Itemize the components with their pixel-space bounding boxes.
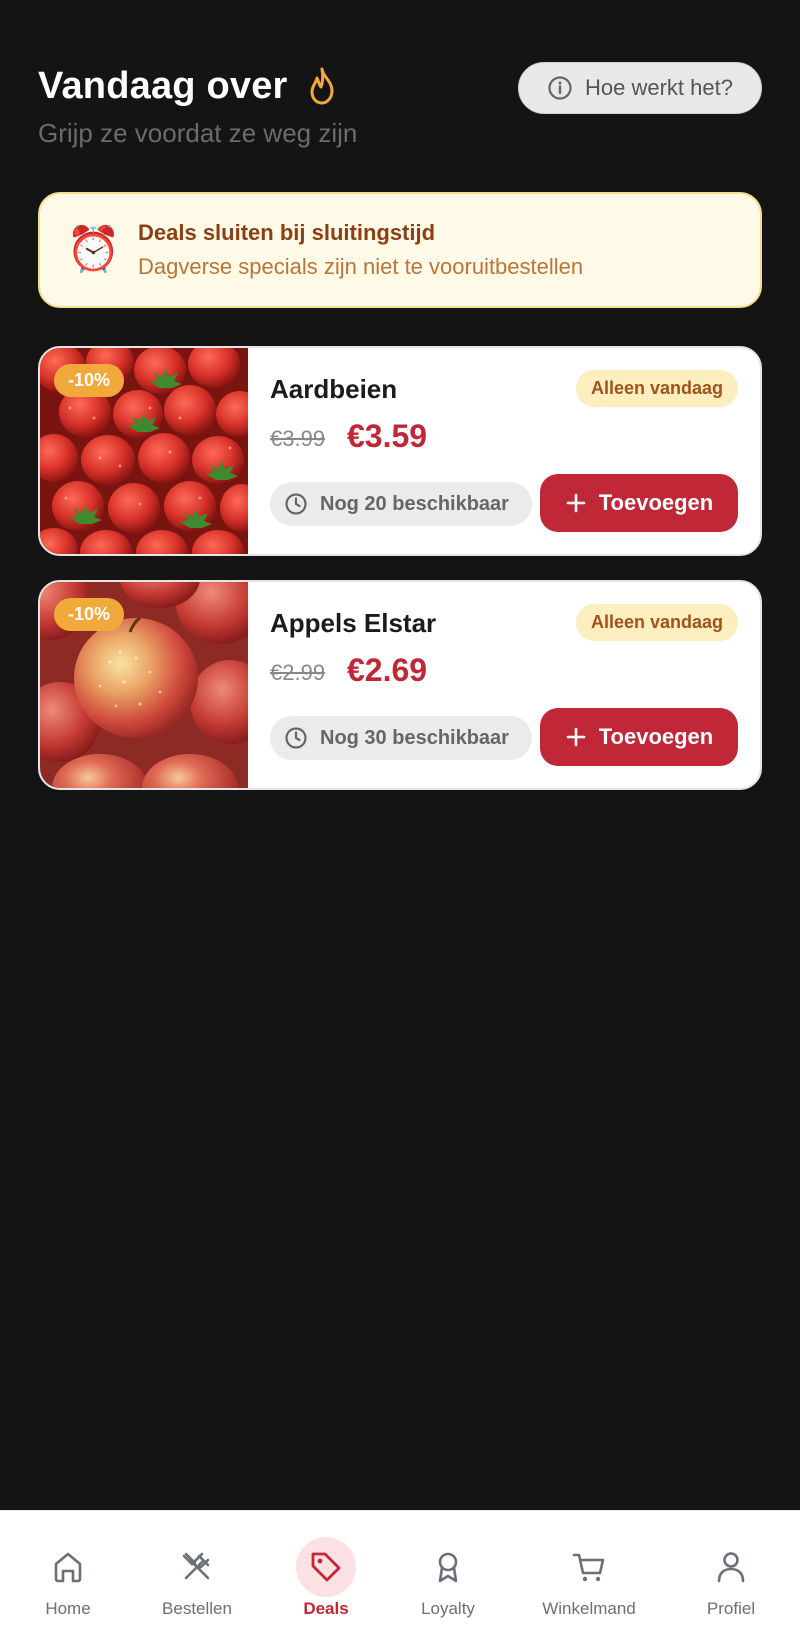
nav-label: Loyalty — [421, 1599, 475, 1618]
stock-indicator: Nog 20 beschikbaar — [270, 482, 532, 526]
nav-label: Deals — [303, 1599, 349, 1618]
page-title: Vandaag over — [38, 65, 288, 107]
stock-label: Nog 20 beschikbaar — [320, 492, 509, 515]
new-price: €3.59 — [347, 418, 428, 454]
nav-item-bestellen[interactable]: Bestellen — [132, 1537, 262, 1619]
award-icon — [418, 1537, 478, 1597]
cart-icon — [559, 1537, 619, 1597]
stock-label: Nog 30 beschikbaar — [320, 726, 509, 749]
closing-time-notice: ⏰ Deals sluiten bij sluitingstijd Dagver… — [38, 192, 762, 308]
how-it-works-button[interactable]: Hoe werkt het? — [518, 62, 762, 114]
old-price: €2.99 — [270, 660, 326, 685]
page-header: Vandaag over Grijp ze voordat ze weg zij… — [38, 62, 762, 162]
how-it-works-label: Hoe werkt het? — [585, 75, 733, 100]
today-only-badge: Alleen vandaag — [575, 370, 738, 407]
info-icon — [548, 76, 572, 100]
nav-item-home[interactable]: Home — [3, 1537, 133, 1619]
nav-label: Profiel — [706, 1599, 756, 1618]
bottom-navigation: Home Bestellen Deals Loyalty Winkelmand … — [0, 1510, 800, 1640]
notice-text: Dagverse specials zijn niet te vooruitbe… — [138, 254, 584, 279]
deals-screen: Vandaag over Grijp ze voordat ze weg zij… — [0, 0, 800, 1640]
clock-icon — [285, 493, 307, 515]
flame-icon — [306, 66, 338, 106]
nav-item-winkelmand[interactable]: Winkelmand — [524, 1537, 654, 1619]
notice-title: Deals sluiten bij sluitingstijd — [138, 220, 436, 245]
nav-label: Bestellen — [162, 1599, 232, 1618]
product-image-apples: -10% — [40, 582, 248, 788]
notice-content: Deals sluiten bij sluitingstijd Dagverse… — [138, 220, 583, 280]
add-to-cart-label: Toevoegen — [598, 490, 714, 515]
tag-icon — [296, 1537, 356, 1597]
today-only-badge: Alleen vandaag — [575, 604, 738, 641]
nav-label: Home — [45, 1599, 91, 1618]
old-price: €3.99 — [270, 426, 326, 451]
nav-item-profiel[interactable]: Profiel — [666, 1537, 796, 1619]
new-price: €2.69 — [347, 652, 428, 688]
home-icon — [38, 1537, 98, 1597]
product-image-strawberries: -10% — [40, 348, 248, 554]
plus-icon — [566, 493, 586, 513]
stock-indicator: Nog 30 beschikbaar — [270, 716, 532, 760]
product-name: Aardbeien — [270, 374, 398, 404]
utensils-icon — [167, 1537, 227, 1597]
nav-item-loyalty[interactable]: Loyalty — [383, 1537, 513, 1619]
deal-card: -10% Aardbeien Alleen vandaag €3.99 €3.5… — [38, 346, 762, 556]
discount-badge: -10% — [54, 364, 125, 397]
nav-item-deals[interactable]: Deals — [261, 1537, 391, 1619]
add-to-cart-button[interactable]: Toevoegen — [540, 474, 738, 532]
add-to-cart-button[interactable]: Toevoegen — [540, 708, 738, 766]
product-name: Appels Elstar — [270, 608, 437, 638]
clock-icon — [285, 727, 307, 749]
add-to-cart-label: Toevoegen — [598, 724, 714, 749]
plus-icon — [566, 727, 586, 747]
nav-label: Winkelmand — [542, 1599, 636, 1618]
alarm-clock-icon: ⏰ — [66, 225, 121, 274]
page-subtitle: Grijp ze voordat ze weg zijn — [38, 118, 358, 148]
user-icon — [701, 1537, 761, 1597]
discount-badge: -10% — [54, 598, 125, 631]
deal-card: -10% Appels Elstar Alleen vandaag €2.99 … — [38, 580, 762, 790]
